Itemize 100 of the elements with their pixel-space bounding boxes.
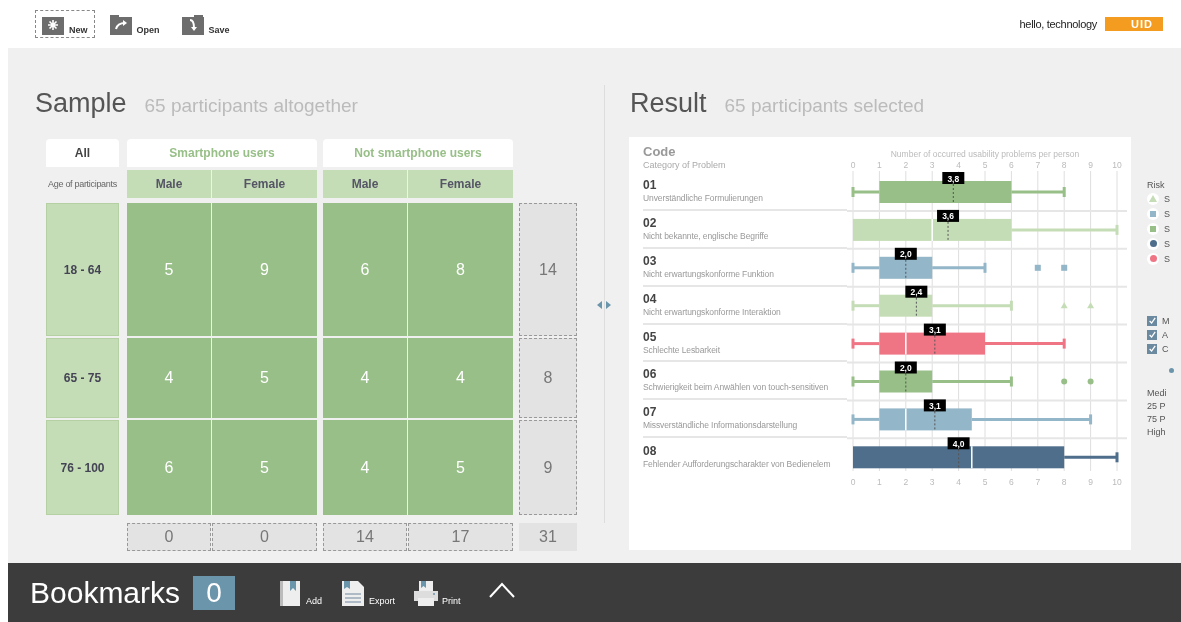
tick-label: 5 (982, 160, 988, 170)
column-total: 0 (212, 523, 317, 551)
problem-category: Unverständliche Formulierungen (643, 191, 764, 204)
checkbox[interactable] (1147, 344, 1157, 354)
table-cell: 4 (323, 338, 407, 418)
folder-down-icon (181, 15, 204, 35)
problem-code: 01 (643, 177, 658, 192)
problem-category: Nicht erwartungskonforme Funktion (643, 267, 775, 280)
table-cell: 4 (127, 338, 211, 418)
table-cell: 5 (212, 420, 317, 515)
mean-label: 3,1 (923, 399, 946, 412)
toolbar-button[interactable]: Open (102, 10, 167, 38)
column-total: 0 (127, 523, 211, 551)
tick-label: 4 (956, 160, 961, 170)
problem-code: 08 (643, 444, 658, 459)
tick-label: 4 (956, 477, 961, 487)
problem-code: 03 (643, 253, 658, 268)
problem-category: Schlechte Lesbarkeit (643, 343, 721, 356)
dot-icon (1169, 368, 1174, 373)
panel-title: Sample (35, 88, 127, 119)
table-cell: 5 (408, 420, 513, 515)
problem-code: 06 (643, 367, 658, 382)
mean-label: 2,0 (894, 361, 917, 374)
mean-label: 2,0 (894, 247, 917, 260)
greeting-text: hello, technology (1019, 18, 1097, 30)
legend-title: Risk (1147, 179, 1166, 191)
tick-label: 0 (850, 477, 856, 487)
table-cell: 6 (323, 203, 407, 336)
row-total: 8 (519, 338, 577, 418)
tick-label: 2 (903, 160, 909, 170)
legend-label: S (1164, 223, 1170, 234)
mean-label: 3,8 (942, 172, 965, 184)
mean-label: 4,0 (947, 437, 970, 450)
filter-tab[interactable]: All (46, 139, 119, 167)
outlier-marker (1060, 302, 1068, 309)
bookmark-action-button[interactable]: Add (277, 579, 323, 606)
problem-code: 07 (643, 405, 658, 420)
tick-label: 10 (1112, 477, 1122, 487)
tick-label: 3 (929, 160, 935, 170)
legend-label: S (1164, 253, 1170, 264)
mean-label: 3,1 (923, 323, 946, 336)
bookmark-action-button[interactable]: Print (413, 579, 461, 606)
table-cell: 8 (408, 203, 513, 336)
row-header: 18 - 64 (46, 203, 119, 336)
sparkle-icon (42, 15, 64, 35)
option-label: C (1162, 344, 1169, 354)
panel-title: Result (630, 88, 707, 119)
legend-label: S (1164, 238, 1170, 249)
legend-note: Medi (1147, 387, 1168, 400)
problem-category: Nicht erwartungskonforme Interaktion (643, 305, 782, 318)
logo: UID (1105, 17, 1163, 31)
column-header: Male (127, 170, 211, 198)
tick-label: 1 (877, 477, 882, 487)
tick-label: 10 (1112, 160, 1122, 170)
column-header: Male (323, 170, 407, 198)
axis-label: Age of participants (47, 178, 118, 191)
legend-label: S (1164, 193, 1170, 204)
mean-label: 2,4 (905, 285, 928, 298)
resize-arrows-icon[interactable] (596, 301, 612, 309)
outlier-marker (1087, 378, 1094, 385)
column-header: Code (643, 145, 677, 159)
checkbox[interactable] (1147, 316, 1157, 326)
problem-code: 05 (643, 329, 658, 344)
problem-category: Fehlender Aufforderungscharakter von Bedienelem (643, 458, 832, 471)
outlier-marker (1061, 378, 1068, 385)
table-cell: 5 (212, 338, 317, 418)
outlier-marker (1087, 302, 1095, 309)
tick-label: 1 (877, 160, 882, 170)
tick-label: 0 (850, 160, 856, 170)
tick-label: 8 (1061, 160, 1067, 170)
document-icon (340, 579, 367, 606)
tick-label: 2 (903, 477, 909, 487)
checkbox[interactable] (1147, 330, 1157, 340)
column-subheader: Category of Problem (643, 159, 727, 171)
row-header: 76 - 100 (46, 420, 119, 515)
toolbar-button[interactable]: Save (174, 10, 237, 38)
table-cell: 4 (323, 420, 407, 515)
chevron-up-icon[interactable] (488, 581, 515, 598)
outlier-marker (1034, 264, 1041, 271)
bookmarks-title: Bookmarks (30, 575, 181, 610)
table-cell: 6 (127, 420, 211, 515)
problem-category: Nicht bekannte, englische Begriffe (643, 229, 770, 242)
axis-title: Number of occurred usability problems per person (890, 149, 1080, 159)
legend-note: 25 P (1147, 400, 1167, 413)
tick-label: 5 (982, 477, 988, 487)
legend-note: 75 P (1147, 413, 1167, 426)
problem-code: 04 (643, 291, 658, 306)
printer-icon (413, 579, 440, 606)
column-total: 17 (408, 523, 513, 551)
row-total: 14 (519, 203, 577, 336)
mean-label: 3,6 (937, 209, 960, 222)
toolbar-button[interactable]: New (35, 10, 95, 38)
row-total: 9 (519, 420, 577, 515)
bookmark-action-button[interactable]: Export (340, 579, 396, 606)
table-cell: 5 (127, 203, 211, 336)
row-header: 65 - 75 (46, 338, 119, 418)
option-label: A (1162, 330, 1168, 340)
legend-note: High (1147, 426, 1167, 439)
problem-category: Missverständliche Informationsdarstellung (643, 419, 799, 432)
table-cell: 9 (212, 203, 317, 336)
